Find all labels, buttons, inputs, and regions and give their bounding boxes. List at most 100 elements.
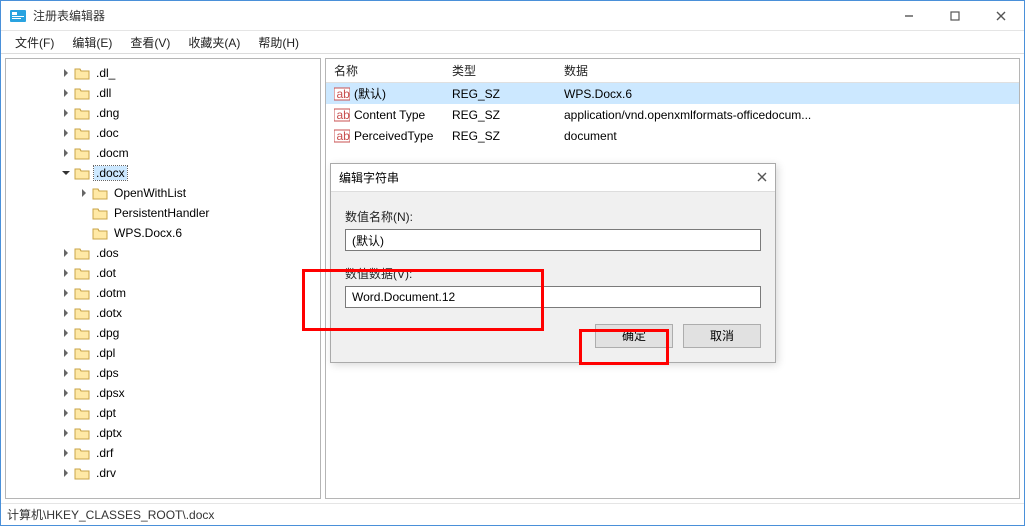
tree-node[interactable]: .drf [6,443,320,463]
expand-icon[interactable] [60,347,72,359]
tree-pane[interactable]: .dl_.dll.dng .doc .docm.docx OpenWithList Pe… [5,58,321,499]
tree-node[interactable]: OpenWithList [6,183,320,203]
expand-icon[interactable] [78,187,90,199]
tree-node[interactable]: .dotx [6,303,320,323]
expand-icon[interactable] [60,407,72,419]
folder-icon [74,286,90,300]
maximize-button[interactable] [932,1,978,31]
folder-icon [74,426,90,440]
expand-icon[interactable] [60,327,72,339]
tree-node-label: WPS.Docx.6 [112,226,184,240]
expand-icon[interactable] [60,427,72,439]
tree-node[interactable]: .drv [6,463,320,483]
folder-icon [74,86,90,100]
tree-spacer [78,207,90,219]
dialog-close-button[interactable] [757,171,767,185]
col-type[interactable]: 类型 [444,62,556,79]
folder-icon [74,146,90,160]
value-name-input[interactable] [345,229,761,251]
tree-node-label: PersistentHandler [112,206,211,220]
tree-node[interactable]: .dpl [6,343,320,363]
menu-edit[interactable]: 编辑(E) [64,32,120,53]
value-name: Content Type [354,108,425,122]
menubar: 文件(F) 编辑(E) 查看(V) 收藏夹(A) 帮助(H) [1,31,1024,53]
tree-node-label: .drf [94,446,115,460]
app-icon [9,7,27,25]
tree-node[interactable]: PersistentHandler [6,203,320,223]
tree-node-label: .drv [94,466,118,480]
tree-node-label: .dot [94,266,118,280]
tree-node[interactable]: .dll [6,83,320,103]
tree-node-label: .dos [94,246,121,260]
tree-node[interactable]: .dng [6,103,320,123]
tree-node[interactable]: .dpt [6,403,320,423]
value-type: REG_SZ [444,87,556,101]
tree-node[interactable]: .dpg [6,323,320,343]
tree-node[interactable]: .docm [6,143,320,163]
folder-icon [74,106,90,120]
minimize-button[interactable] [886,1,932,31]
close-button[interactable] [978,1,1024,31]
tree-node[interactable]: .docx [6,163,320,183]
tree-node[interactable]: WPS.Docx.6 [6,223,320,243]
expand-icon[interactable] [60,147,72,159]
col-name[interactable]: 名称 [326,62,444,79]
expand-icon[interactable] [60,267,72,279]
expand-icon[interactable] [60,247,72,259]
list-row[interactable]: Content TypeREG_SZapplication/vnd.openxm… [326,104,1019,125]
value-name: (默认) [354,85,386,102]
list-row[interactable]: (默认) REG_SZWPS.Docx.6 [326,83,1019,104]
cancel-button[interactable]: 取消 [683,324,761,348]
folder-icon [74,66,90,80]
tree-node-label: .dps [94,366,121,380]
folder-icon [74,266,90,280]
value-data-input[interactable] [345,286,761,308]
value-list-pane: 名称 类型 数据 (默认) REG_SZWPS.Docx.6 Content Typ… [325,58,1020,499]
status-path: 计算机\HKEY_CLASSES_ROOT\.docx [7,506,214,523]
menu-view[interactable]: 查看(V) [122,32,178,53]
list-row[interactable]: PerceivedTypeREG_SZdocument [326,125,1019,146]
expand-icon[interactable] [60,287,72,299]
tree-node[interactable]: .dotm [6,283,320,303]
folder-icon [92,206,108,220]
dialog-title: 编辑字符串 [339,169,399,186]
registry-tree[interactable]: .dl_.dll.dng .doc .docm.docx OpenWithList Pe… [6,59,320,487]
value-data: application/vnd.openxmlformats-officedoc… [556,108,1019,122]
tree-node[interactable]: .dos [6,243,320,263]
folder-icon [74,386,90,400]
col-data[interactable]: 数据 [556,62,1019,79]
tree-node[interactable]: .dl_ [6,63,320,83]
expand-icon[interactable] [60,87,72,99]
tree-node[interactable]: .dot [6,263,320,283]
list-header: 名称 类型 数据 [326,59,1019,83]
ok-button[interactable]: 确定 [595,324,673,348]
tree-node-label: .dpsx [94,386,127,400]
string-value-icon [334,128,350,144]
expand-icon[interactable] [60,447,72,459]
expand-icon[interactable] [60,67,72,79]
tree-node-label: .dpl [94,346,117,360]
expand-icon[interactable] [60,367,72,379]
folder-icon [74,306,90,320]
value-data: WPS.Docx.6 [556,87,1019,101]
expand-icon[interactable] [60,127,72,139]
collapse-icon[interactable] [60,167,72,179]
expand-icon[interactable] [60,307,72,319]
menu-help[interactable]: 帮助(H) [250,32,307,53]
folder-icon [74,366,90,380]
menu-fav[interactable]: 收藏夹(A) [180,32,248,53]
tree-node[interactable]: .doc [6,123,320,143]
folder-icon [74,246,90,260]
expand-icon[interactable] [60,107,72,119]
tree-node[interactable]: .dps [6,363,320,383]
tree-node[interactable]: .dpsx [6,383,320,403]
menu-file[interactable]: 文件(F) [7,32,62,53]
expand-icon[interactable] [60,467,72,479]
tree-node-label: .doc [94,126,121,140]
string-value-icon [334,107,350,123]
tree-node-label: .dotm [94,286,128,300]
folder-icon [74,346,90,360]
expand-icon[interactable] [60,387,72,399]
tree-node-label: OpenWithList [112,186,188,200]
tree-node[interactable]: .dptx [6,423,320,443]
